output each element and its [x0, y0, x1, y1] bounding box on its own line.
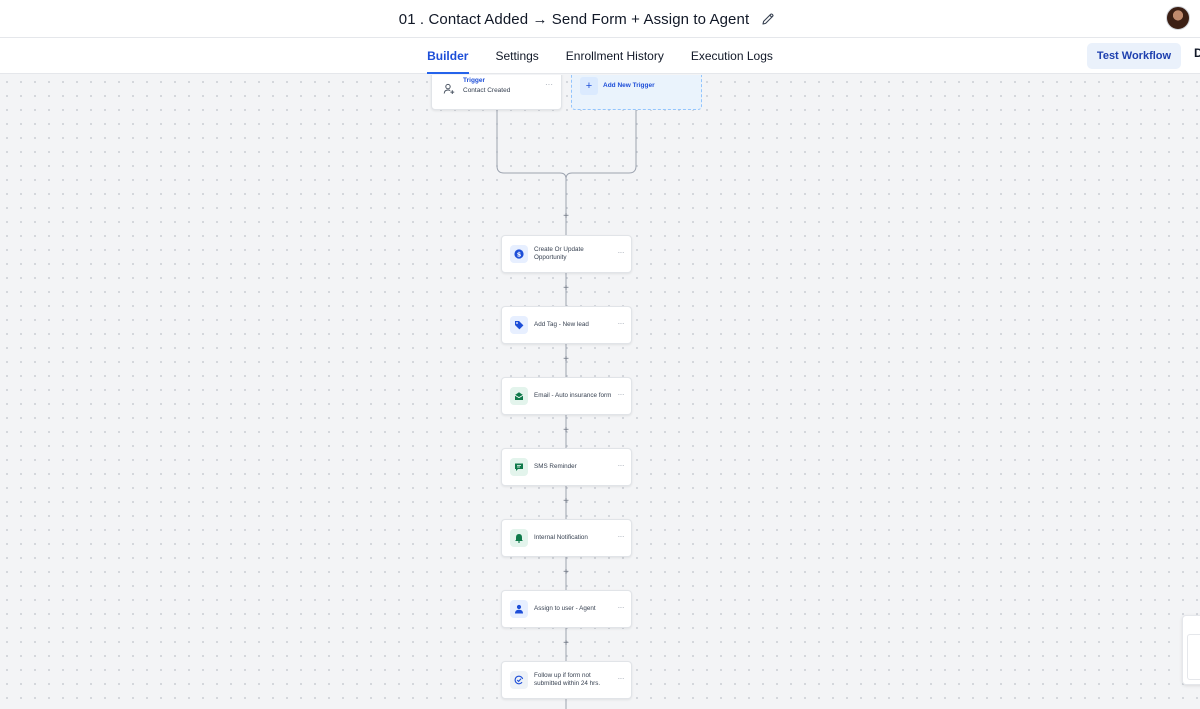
tag-icon	[510, 316, 528, 334]
step-label: Create Or Update Opportunity	[534, 246, 584, 261]
more-icon[interactable]: ···	[618, 532, 625, 541]
user-avatar[interactable]	[1166, 6, 1190, 30]
step-create-opportunity[interactable]: $ Create Or Update Opportunity ···	[501, 235, 632, 273]
user-icon	[510, 600, 528, 618]
step-label: Add Tag - New lead	[534, 321, 589, 328]
tabs: Builder Settings Enrollment History Exec…	[0, 38, 1200, 74]
truncated-button[interactable]: D	[1194, 46, 1200, 60]
step-label: Email - Auto insurance form	[534, 392, 612, 399]
side-panel-inner	[1187, 634, 1200, 680]
step-sms[interactable]: SMS Reminder ···	[501, 448, 632, 486]
step-internal-notification[interactable]: Internal Notification ···	[501, 519, 632, 557]
trigger-subtitle: Contact Created	[463, 87, 511, 94]
tab-enrollment-history[interactable]: Enrollment History	[552, 38, 677, 74]
user-plus-icon	[440, 80, 458, 98]
add-step-button[interactable]: +	[561, 212, 571, 222]
more-icon[interactable]: ···	[545, 80, 553, 89]
plus-icon: +	[580, 77, 598, 95]
more-icon[interactable]: ···	[618, 319, 625, 328]
add-step-button[interactable]: +	[561, 426, 571, 436]
step-label: SMS Reminder	[534, 463, 577, 470]
svg-text:$: $	[517, 250, 522, 258]
tab-execution-logs[interactable]: Execution Logs	[677, 38, 786, 74]
trigger-node[interactable]: Trigger Contact Created ···	[431, 75, 562, 110]
followup-icon	[510, 671, 528, 689]
dollar-icon: $	[510, 245, 528, 263]
pencil-icon[interactable]	[761, 12, 775, 26]
tab-builder[interactable]: Builder	[414, 38, 482, 74]
more-icon[interactable]: ···	[618, 603, 625, 612]
top-bar: 01 . Contact Added → Send Form + Assign …	[0, 0, 1200, 38]
more-icon[interactable]: ···	[618, 674, 625, 683]
bell-icon	[510, 529, 528, 547]
step-label: Follow up if form not submitted within 2…	[534, 672, 601, 687]
trigger-title: Trigger	[463, 77, 486, 84]
email-icon	[510, 387, 528, 405]
add-step-button[interactable]: +	[561, 497, 571, 507]
more-icon[interactable]: ···	[618, 248, 625, 257]
tab-settings[interactable]: Settings	[482, 38, 552, 74]
add-step-button[interactable]: +	[561, 639, 571, 649]
step-label: Assign to user - Agent	[534, 605, 596, 612]
step-add-tag[interactable]: Add Tag - New lead ···	[501, 306, 632, 344]
side-panel-widget[interactable]	[1182, 615, 1200, 685]
test-workflow-button[interactable]: Test Workflow	[1087, 43, 1181, 69]
title-wrap: 01 . Contact Added → Send Form + Assign …	[0, 0, 1200, 38]
tab-bar: Builder Settings Enrollment History Exec…	[0, 38, 1200, 74]
sms-icon	[510, 458, 528, 476]
add-trigger-label: Add New Trigger	[603, 82, 655, 89]
more-icon[interactable]: ···	[618, 461, 625, 470]
step-label: Internal Notification	[534, 534, 588, 541]
workflow-canvas[interactable]: Trigger Contact Created ··· + Add New Tr…	[0, 75, 1200, 709]
add-step-button[interactable]: +	[561, 284, 571, 294]
add-step-button[interactable]: +	[561, 355, 571, 365]
step-email[interactable]: Email - Auto insurance form ···	[501, 377, 632, 415]
step-assign-user[interactable]: Assign to user - Agent ···	[501, 590, 632, 628]
more-icon[interactable]: ···	[618, 390, 625, 399]
workflow-title: 01 . Contact Added → Send Form + Assign …	[398, 10, 750, 28]
add-new-trigger[interactable]: + Add New Trigger	[571, 75, 702, 110]
add-step-button[interactable]: +	[561, 568, 571, 578]
step-follow-up[interactable]: Follow up if form not submitted within 2…	[501, 661, 632, 699]
